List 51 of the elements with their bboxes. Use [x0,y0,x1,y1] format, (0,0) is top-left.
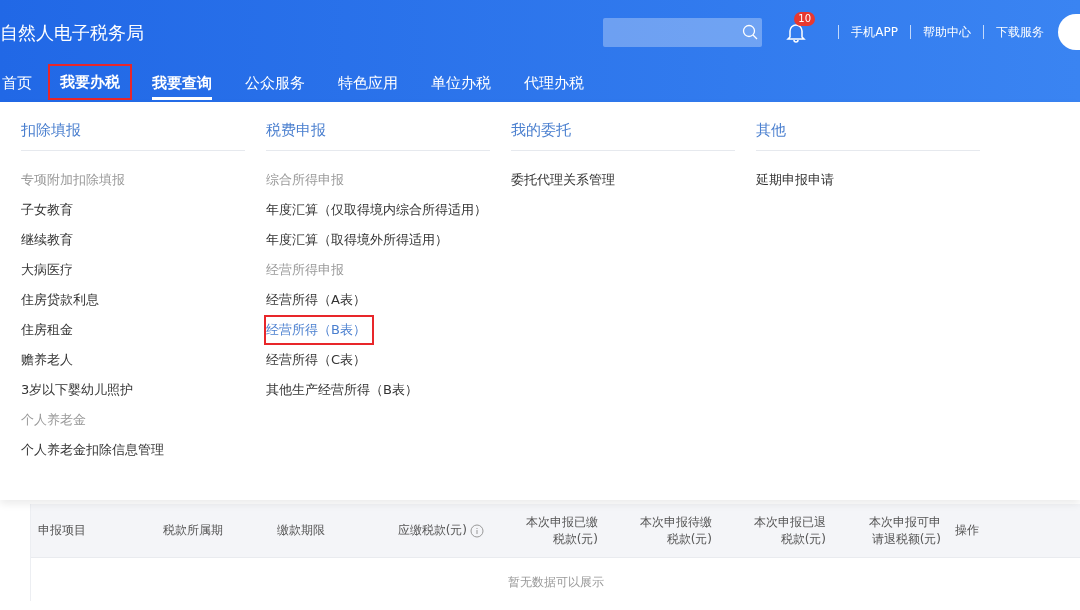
menu-item[interactable]: 经营所得（A表） [264,285,368,315]
nav-tab[interactable]: 特色应用 [336,64,400,102]
menu-item[interactable]: 子女教育 [19,195,75,225]
avatar[interactable] [1058,14,1080,50]
site-title: 自然人电子税务局 [0,21,145,45]
menu-item[interactable]: 延期申报申请 [754,165,836,195]
menu-item[interactable]: 住房租金 [19,315,75,345]
menu-item[interactable]: 住房贷款利息 [19,285,101,315]
menu-group-label: 综合所得申报 [266,171,345,189]
column-header: 本次申报已缴税款(元) [525,513,599,548]
nav-tab[interactable]: 我要查询 [150,64,214,102]
header-link[interactable]: 下载服务 [996,23,1044,41]
bell-icon [785,21,808,43]
menu-group-label: 专项附加扣除填报 [21,171,126,189]
column-header: 税款所属期 [162,522,224,539]
menu-item[interactable]: 其他生产经营所得（B表） [264,375,420,405]
menu-item[interactable]: 大病医疗 [19,255,75,285]
menu-item[interactable]: 继续教育 [19,225,75,255]
info-icon[interactable] [470,523,484,538]
nav-tab[interactable]: 首页 [0,64,34,102]
column-header: 申报项目 [37,522,87,539]
menu-item[interactable]: 年度汇算（取得境外所得适用） [264,225,450,255]
column-header: 缴款期限 [276,522,326,539]
menu-group-label: 个人养老金 [21,411,87,429]
nav-tab[interactable]: 代理办税 [522,64,586,102]
column-header: 本次申报可申请退税额(元) [868,513,942,548]
menu-heading: 我的委托 [511,102,735,151]
menu-item[interactable]: 经营所得（C表） [264,345,369,375]
header-link[interactable]: 手机APP [851,23,898,41]
notification-count: 10 [794,12,816,26]
menu-item[interactable]: 经营所得（B表） [264,315,374,345]
menu-item[interactable]: 3岁以下婴幼儿照护 [19,375,136,405]
menu-group-label: 经营所得申报 [266,261,345,279]
menu-item[interactable]: 委托代理关系管理 [509,165,617,195]
column-header: 本次申报待缴税款(元) [639,513,713,548]
header-link[interactable]: 帮助中心 [923,23,971,41]
search-field[interactable] [603,17,763,47]
menu-item[interactable]: 个人养老金扣除信息管理 [19,435,166,465]
menu-item[interactable]: 年度汇算（仅取得境内综合所得适用） [264,195,489,225]
column-header: 本次申报已退税款(元) [753,513,827,548]
search-icon [742,24,759,40]
empty-text: 暂无数据可以展示 [506,574,605,591]
menu-item[interactable]: 赡养老人 [19,345,75,375]
menu-heading: 其他 [756,102,980,151]
column-header: 应缴税款(元) [384,522,491,539]
nav-tab[interactable]: 单位办税 [429,64,493,102]
column-header: 操作 [954,522,980,539]
nav-tab[interactable]: 公众服务 [243,64,307,102]
menu-heading: 税费申报 [266,102,490,151]
menu-heading: 扣除填报 [21,102,245,151]
nav-tab[interactable]: 我要办税 [48,64,132,100]
